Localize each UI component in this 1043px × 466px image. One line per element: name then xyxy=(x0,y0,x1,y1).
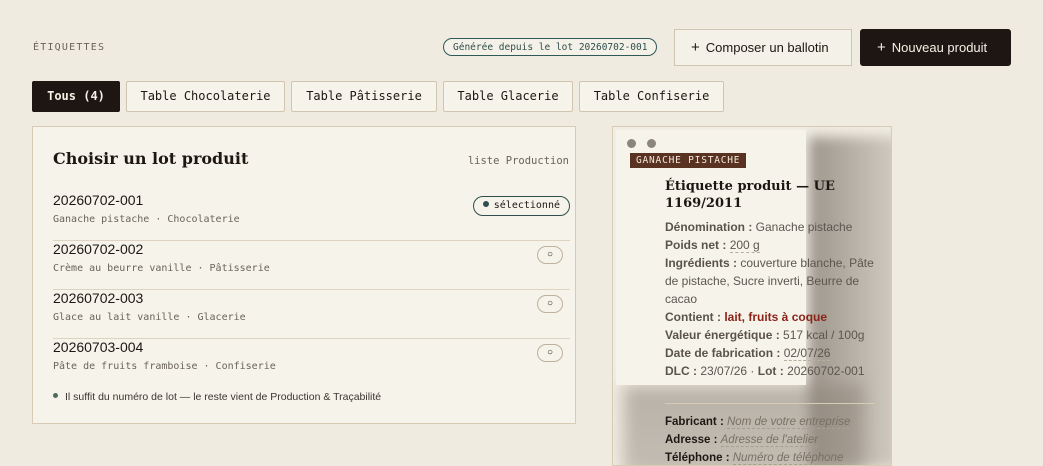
phone-label: Téléphone : xyxy=(665,452,730,464)
allergens-value: lait, fruits à coque xyxy=(724,310,828,324)
weight-value[interactable]: 200 g xyxy=(729,238,760,253)
selected-label: sélectionné xyxy=(493,200,560,211)
new-product-button[interactable]: + Nouveau produit xyxy=(860,29,1011,66)
section-title: ÉTIQUETTES xyxy=(33,42,106,53)
tab-chocolaterie[interactable]: Table Chocolaterie xyxy=(126,81,285,112)
select-radio-icon[interactable]: ○ xyxy=(537,246,563,264)
window-dot-icon xyxy=(647,139,656,148)
lot-picker-subtitle: liste Production xyxy=(467,155,569,167)
contains-label: Contient : xyxy=(665,310,721,324)
select-radio-icon[interactable]: ○ xyxy=(537,344,563,362)
selected-badge[interactable]: sélectionné xyxy=(472,196,570,216)
maker-field[interactable]: Nom de votre entreprise xyxy=(727,416,851,429)
lot-row[interactable]: 20260702-003 Glace au lait vanille · Gla… xyxy=(53,290,570,339)
lot-number: 20260702-001 xyxy=(53,192,144,208)
compose-ballotin-label: Composer un ballotin xyxy=(705,40,829,55)
label-divider xyxy=(665,403,875,404)
lot-row[interactable]: 20260702-002 Crème au beurre vanille · P… xyxy=(53,241,570,290)
lot-number: 20260702-003 xyxy=(53,290,144,306)
label-title: Étiquette produit — UE 1169/2011 xyxy=(665,179,835,211)
ingredients-label: Ingrédients : xyxy=(665,256,738,270)
new-product-label: Nouveau produit xyxy=(891,40,988,55)
lot-description: Pâte de fruits framboise · Confiserie xyxy=(53,361,276,372)
dlc-label: DLC : xyxy=(665,364,697,378)
maker-label: Fabricant : xyxy=(665,416,724,428)
lot-label: Lot : xyxy=(757,364,784,378)
fab-date-value[interactable]: 02/07/26 xyxy=(783,346,831,361)
denomination-label: Dénomination : xyxy=(665,220,753,234)
lot-source-badge: Générée depuis le lot 20260702-001 xyxy=(443,38,658,56)
label-details: Dénomination : Ganache pistache Poids ne… xyxy=(665,220,874,378)
energy-label: Valeur énergétique : xyxy=(665,328,780,342)
phone-field[interactable]: Numéro de téléphone xyxy=(732,452,844,465)
lot-picker-title: Choisir un lot produit xyxy=(53,149,249,168)
compose-ballotin-button[interactable]: + Composer un ballotin xyxy=(674,29,852,66)
weight-label: Poids net : xyxy=(665,238,727,252)
tab-patisserie[interactable]: Table Pâtisserie xyxy=(291,81,437,112)
lot-description: Ganache pistache · Chocolaterie xyxy=(53,214,240,225)
lot-value: 20260702-001 xyxy=(787,364,865,378)
fab-date-label: Date de fabrication : xyxy=(665,346,781,360)
lot-footnote: Il suffit du numéro de lot — le reste vi… xyxy=(53,391,381,403)
tab-glacerie[interactable]: Table Glacerie xyxy=(443,81,573,112)
maker-details: Fabricant : Nom de votre entreprise Adre… xyxy=(665,413,885,465)
plus-icon: + xyxy=(691,39,700,56)
footnote-text: Il suffit du numéro de lot — le reste vi… xyxy=(65,391,382,403)
plus-icon: + xyxy=(877,39,886,56)
tab-confiserie[interactable]: Table Confiserie xyxy=(579,81,724,112)
window-dot-icon xyxy=(627,139,636,148)
lot-row[interactable]: 20260702-001 Ganache pistache · Chocolat… xyxy=(53,192,570,241)
tab-all[interactable]: Tous (4) xyxy=(32,81,120,112)
lot-number: 20260702-002 xyxy=(53,241,144,257)
lot-picker-panel: Choisir un lot produit liste Production … xyxy=(32,126,576,424)
address-label: Adresse : xyxy=(665,434,718,446)
product-tag: GANACHE PISTACHE xyxy=(630,153,747,168)
lot-description: Crème au beurre vanille · Pâtisserie xyxy=(53,263,270,274)
label-preview-panel: GANACHE PISTACHE Étiquette produit — UE … xyxy=(612,126,892,466)
address-field[interactable]: Adresse de l'atelier xyxy=(720,434,819,447)
info-dot-icon xyxy=(53,393,58,398)
lot-number: 20260703-004 xyxy=(53,339,144,355)
select-radio-icon[interactable]: ○ xyxy=(537,295,563,313)
lot-description: Glace au lait vanille · Glacerie xyxy=(53,312,246,323)
energy-value: 517 kcal / 100g xyxy=(783,328,865,342)
selected-dot-icon xyxy=(482,201,489,207)
lot-row[interactable]: 20260703-004 Pâte de fruits framboise · … xyxy=(53,339,570,388)
denomination-value: Ganache pistache xyxy=(755,220,853,234)
dlc-value: 23/07/26 xyxy=(700,364,748,378)
